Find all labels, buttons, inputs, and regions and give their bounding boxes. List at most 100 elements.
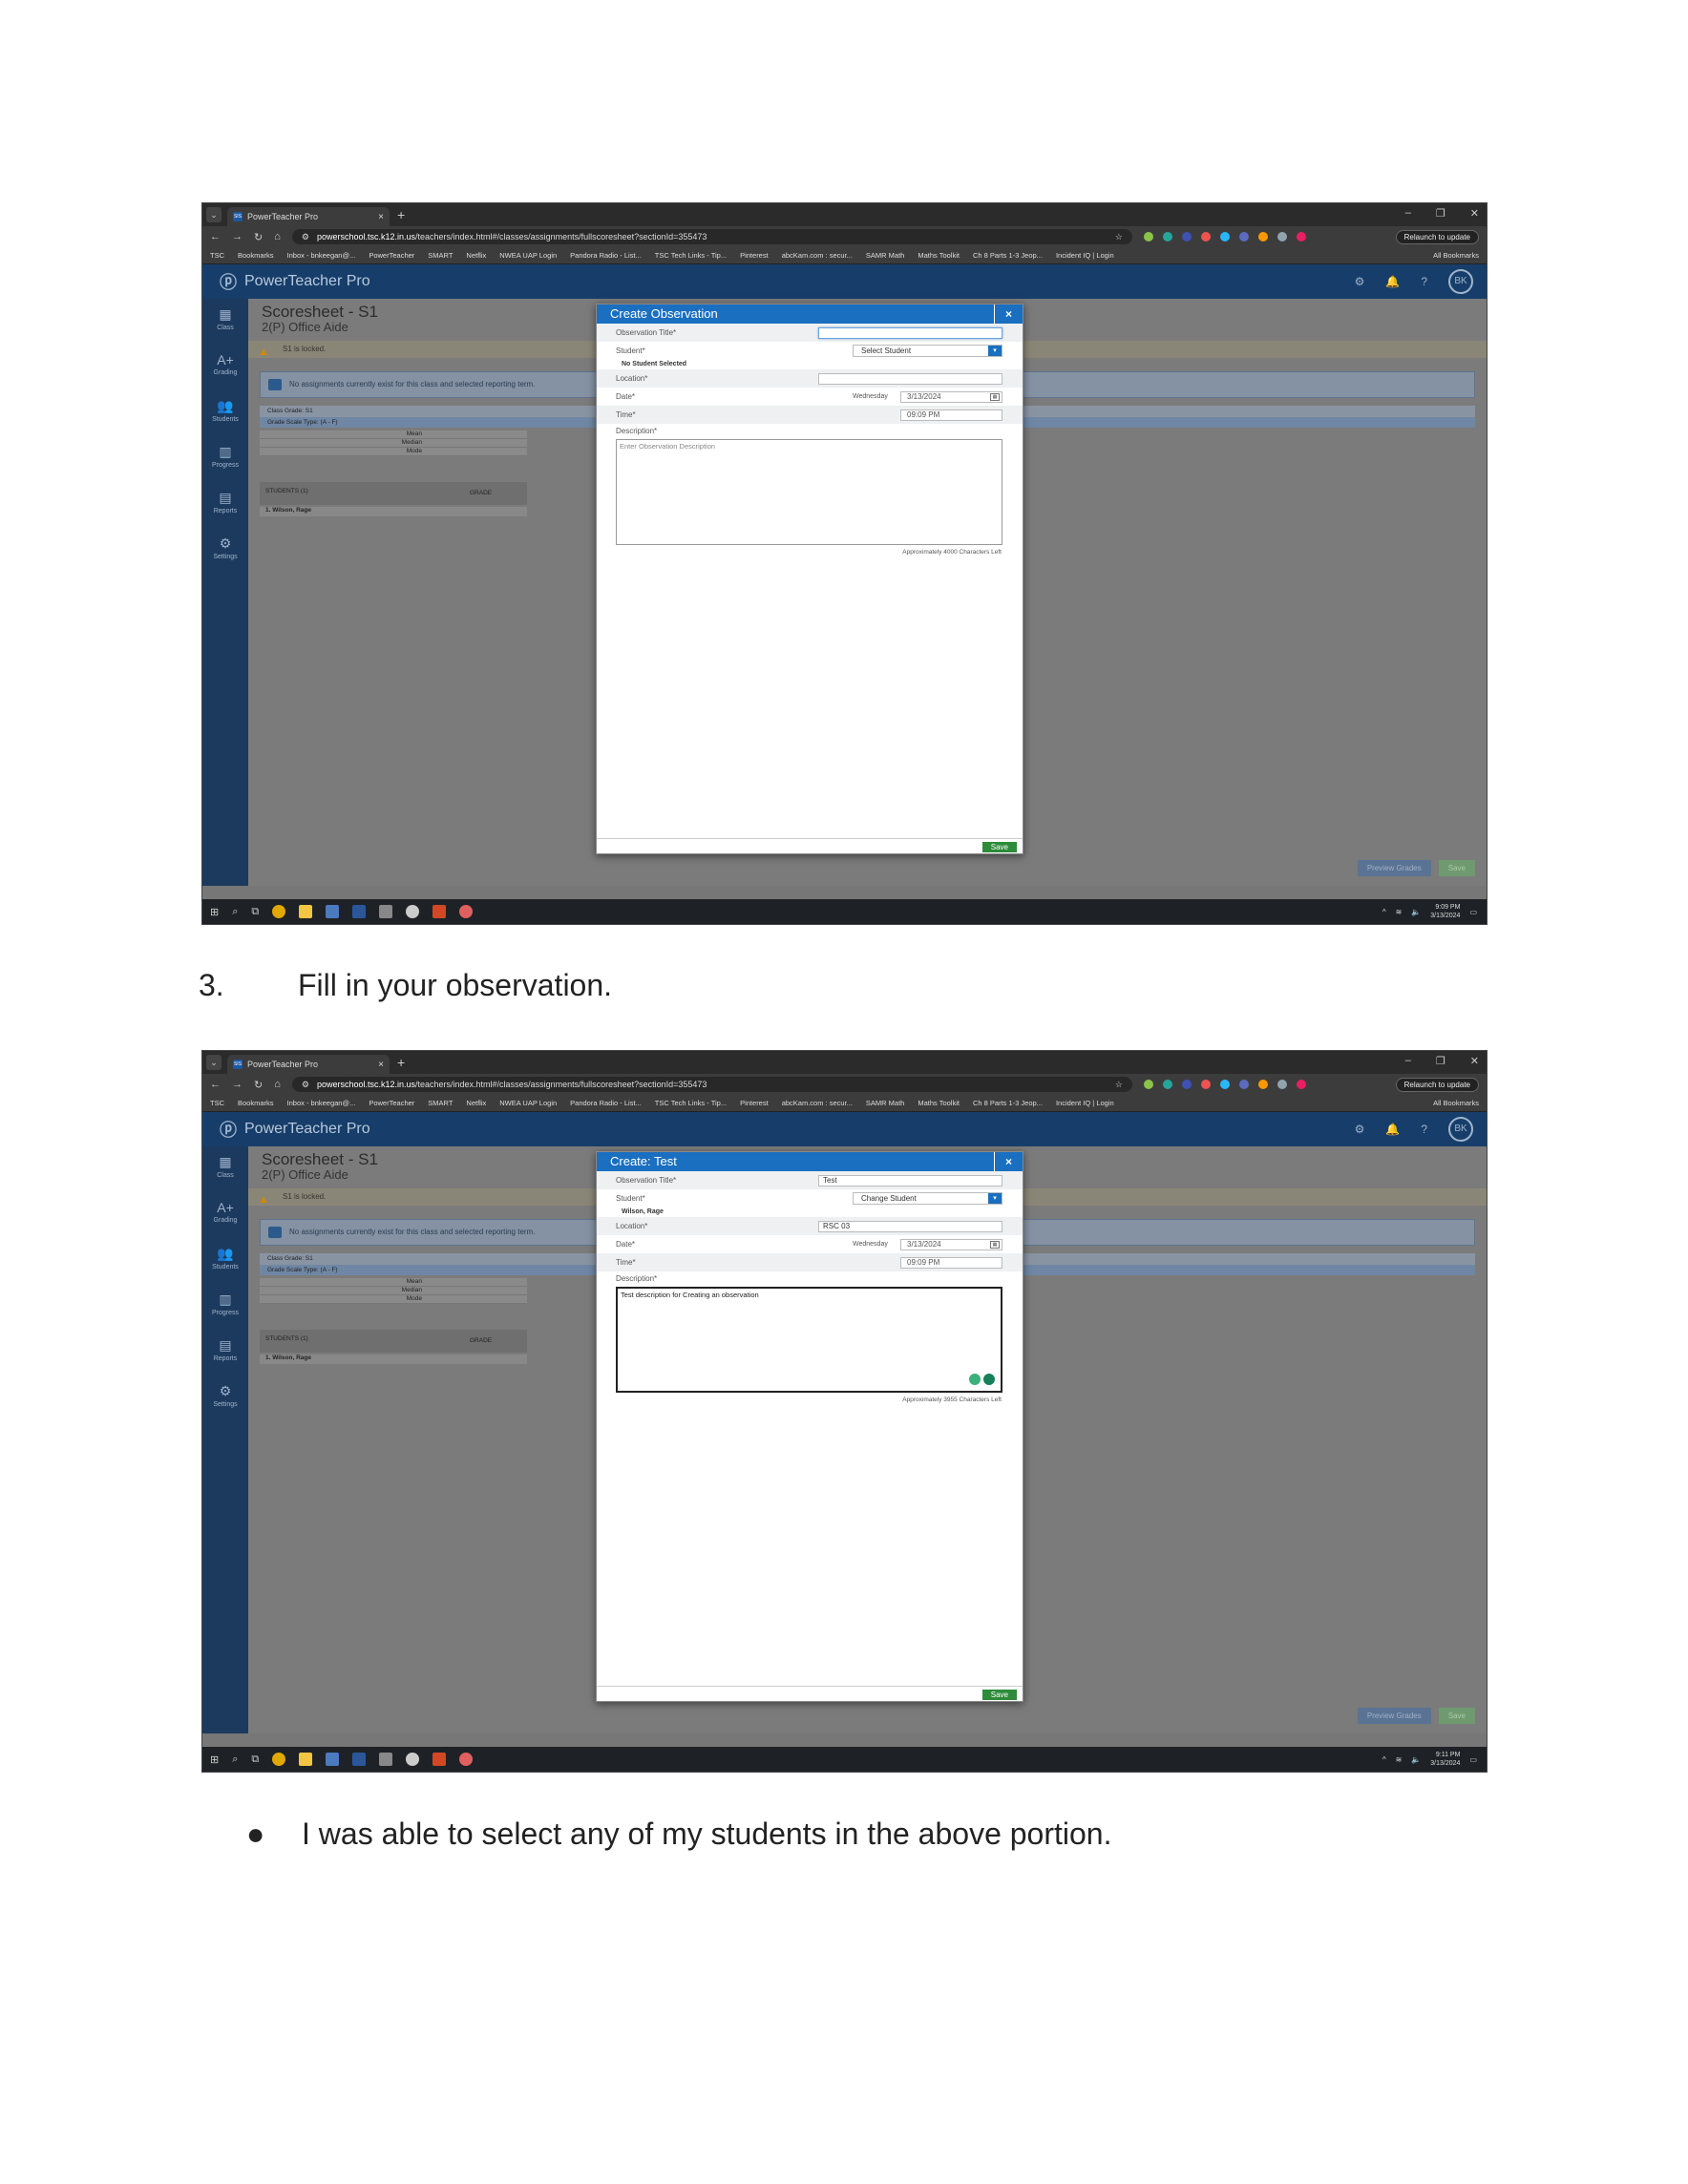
all-bookmarks[interactable]: All Bookmarks: [1433, 251, 1479, 260]
sidebar-item-settings[interactable]: ⚙ Settings: [202, 528, 248, 574]
sidebar-item-class[interactable]: ▦ Class: [202, 1146, 248, 1192]
relaunch-button[interactable]: Relaunch to update: [1395, 1077, 1479, 1092]
powerpoint-icon[interactable]: [433, 1753, 447, 1766]
settings-gear-icon[interactable]: ⚙: [1355, 275, 1365, 288]
powerpoint-icon[interactable]: [433, 905, 447, 918]
chrome-icon[interactable]: [272, 905, 286, 918]
bookmark-item[interactable]: SMART: [428, 1099, 453, 1107]
extension-icon[interactable]: [1238, 1080, 1249, 1089]
windows-start-icon[interactable]: ⊞: [210, 1754, 219, 1766]
help-icon[interactable]: ?: [1421, 275, 1427, 288]
calendar-icon[interactable]: ▦: [990, 1241, 1000, 1249]
bookmark-item[interactable]: abcKam.com : secur...: [782, 251, 853, 260]
profile-icon[interactable]: [1296, 232, 1306, 242]
search-icon[interactable]: ⌕: [232, 906, 238, 918]
suggestion-icon[interactable]: [969, 1374, 981, 1385]
tab-search-icon[interactable]: ⌄: [206, 1055, 222, 1070]
close-window-icon[interactable]: ✕: [1470, 1055, 1479, 1067]
help-icon[interactable]: ?: [1421, 1123, 1427, 1136]
sidebar-item-grading[interactable]: A+ Grading: [202, 1192, 248, 1238]
bookmark-star-icon[interactable]: ☆: [1115, 232, 1123, 242]
bookmark-item[interactable]: TSC: [210, 251, 224, 260]
bookmark-item[interactable]: NWEA UAP Login: [499, 251, 557, 260]
task-view-icon[interactable]: ⧉: [251, 1754, 259, 1766]
app-icon[interactable]: [459, 1753, 474, 1766]
close-window-icon[interactable]: ✕: [1470, 207, 1479, 220]
sidebar-item-progress[interactable]: ▥ Progress: [202, 1284, 248, 1330]
preview-grades-button[interactable]: Preview Grades: [1357, 860, 1431, 876]
calendar-icon[interactable]: ▦: [990, 393, 1000, 401]
app-icon[interactable]: [326, 1753, 340, 1766]
browser-tab[interactable]: SIS PowerTeacher Pro ×: [227, 207, 390, 226]
task-view-icon[interactable]: ⧉: [251, 906, 259, 918]
url-field[interactable]: ⚙ powerschool.tsc.k12.in.us/teachers/ind…: [291, 1077, 1132, 1092]
wifi-icon[interactable]: ≋: [1396, 1755, 1403, 1764]
sidebar-item-students[interactable]: 👥 Students: [202, 1238, 248, 1284]
extension-icon[interactable]: [1219, 232, 1230, 242]
location-input[interactable]: RSC 03: [818, 1221, 1002, 1232]
reload-icon[interactable]: ↻: [254, 1079, 263, 1091]
sidebar-item-progress[interactable]: ▥ Progress: [202, 436, 248, 482]
wifi-icon[interactable]: ≋: [1396, 908, 1403, 916]
app-icon[interactable]: [406, 1753, 420, 1766]
extension-icon[interactable]: [1277, 1080, 1287, 1089]
bookmark-item[interactable]: PowerTeacher: [369, 1099, 414, 1107]
bookmark-item[interactable]: Maths Toolkit: [918, 1099, 960, 1107]
bookmark-item[interactable]: Bookmarks: [238, 1099, 274, 1107]
bookmark-item[interactable]: SAMR Math: [866, 1099, 904, 1107]
bookmark-item[interactable]: Inbox - bnkeegan@...: [287, 251, 356, 260]
restore-icon[interactable]: ❐: [1436, 1055, 1445, 1067]
windows-start-icon[interactable]: ⊞: [210, 906, 219, 918]
tab-close-icon[interactable]: ×: [378, 212, 384, 222]
home-icon[interactable]: ⌂: [274, 231, 281, 242]
grammarly-icon[interactable]: [983, 1374, 995, 1385]
bookmark-item[interactable]: Pandora Radio - List...: [570, 251, 642, 260]
bookmark-item[interactable]: Pinterest: [740, 251, 769, 260]
reload-icon[interactable]: ↻: [254, 231, 263, 243]
sidebar-item-grading[interactable]: A+ Grading: [202, 345, 248, 390]
restore-icon[interactable]: ❐: [1436, 207, 1445, 220]
extension-icon[interactable]: [1200, 1080, 1211, 1089]
volume-icon[interactable]: 🔈: [1411, 908, 1421, 916]
close-icon[interactable]: ×: [994, 304, 1023, 324]
clock[interactable]: 9:11 PM 3/13/2024: [1430, 1751, 1460, 1768]
description-textarea[interactable]: Enter Observation Description: [616, 439, 1002, 545]
bookmark-item[interactable]: TSC Tech Links - Tip...: [655, 1099, 727, 1107]
time-input[interactable]: 09:09 PM: [900, 410, 1002, 421]
bookmark-star-icon[interactable]: ☆: [1115, 1080, 1123, 1090]
extension-icon[interactable]: [1219, 1080, 1230, 1089]
bookmark-item[interactable]: Netflix: [466, 251, 486, 260]
bookmark-item[interactable]: SMART: [428, 251, 453, 260]
save-button[interactable]: Save: [1438, 860, 1475, 876]
notification-bell-icon[interactable]: 🔔: [1385, 1123, 1400, 1136]
chevron-up-icon[interactable]: ^: [1382, 1755, 1386, 1764]
calculator-icon[interactable]: [379, 905, 393, 918]
minimize-icon[interactable]: –: [1405, 207, 1411, 220]
app-icon[interactable]: [326, 905, 340, 918]
modal-save-button[interactable]: Save: [981, 842, 1017, 852]
extension-icon[interactable]: [1181, 1080, 1192, 1089]
sidebar-item-reports[interactable]: ▤ Reports: [202, 482, 248, 528]
close-icon[interactable]: ×: [994, 1152, 1023, 1171]
sidebar-item-class[interactable]: ▦ Class: [202, 299, 248, 345]
volume-icon[interactable]: 🔈: [1411, 1755, 1421, 1764]
description-textarea[interactable]: Test description for Creating an observa…: [616, 1287, 1002, 1393]
date-input[interactable]: 3/13/2024 ▦: [900, 1239, 1002, 1250]
student-select[interactable]: Change Student ▾: [853, 1192, 1002, 1205]
save-button[interactable]: Save: [1438, 1708, 1475, 1724]
extension-icon[interactable]: [1143, 232, 1153, 242]
new-tab-icon[interactable]: +: [397, 207, 405, 222]
app-icon[interactable]: [406, 905, 420, 918]
forward-icon[interactable]: →: [232, 231, 243, 242]
bookmark-item[interactable]: Maths Toolkit: [918, 251, 960, 260]
bookmark-item[interactable]: TSC Tech Links - Tip...: [655, 251, 727, 260]
student-select[interactable]: Select Student ▾: [853, 345, 1002, 357]
date-input[interactable]: 3/13/2024 ▦: [900, 391, 1002, 403]
notification-icon[interactable]: ▭: [1469, 908, 1477, 916]
notification-bell-icon[interactable]: 🔔: [1385, 275, 1400, 288]
bookmark-item[interactable]: Pinterest: [740, 1099, 769, 1107]
bookmark-item[interactable]: NWEA UAP Login: [499, 1099, 557, 1107]
bookmark-item[interactable]: PowerTeacher: [369, 251, 414, 260]
bookmark-item[interactable]: Netflix: [466, 1099, 486, 1107]
site-info-icon[interactable]: ⚙: [302, 232, 309, 242]
